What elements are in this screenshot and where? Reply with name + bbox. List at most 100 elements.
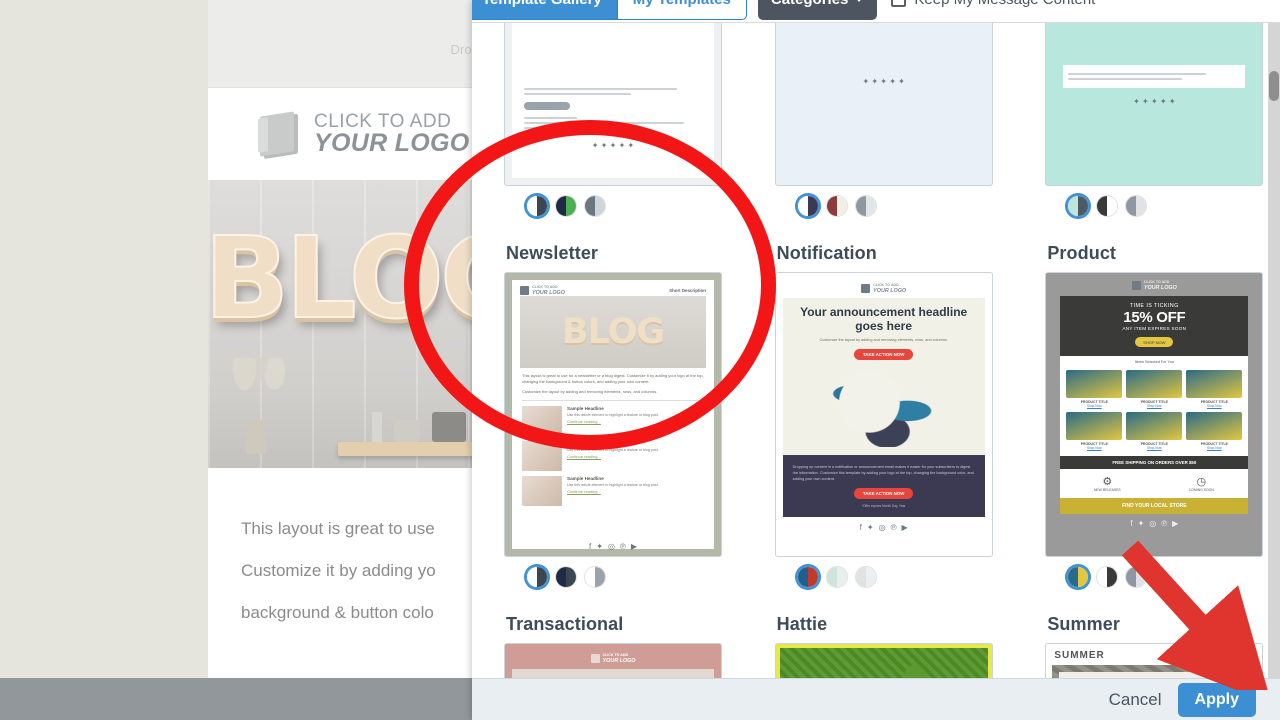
template-card-partial-1[interactable]: ✦ ✦ ✦ ✦ ✦ — [504, 23, 722, 243]
template-thumbnail[interactable]: SUMMER SALE THE GRASS IS ALWAYS GREENER — [774, 643, 993, 678]
swatch-0[interactable] — [526, 566, 548, 588]
instagram-icon: ◎ — [607, 542, 615, 551]
template-thumbnail[interactable]: ✦ ✦ ✦ ✦ ✦ — [1045, 23, 1264, 186]
template-card-summer[interactable]: Summer SUMMER Exciting Sample Headline B… — [1045, 614, 1264, 678]
template-card-transactional[interactable]: Transactional CLICK TO ADD YOUR LOGO — [504, 614, 722, 678]
tab-my-templates[interactable]: My Templates — [617, 0, 747, 20]
color-swatches[interactable] — [1067, 195, 1263, 217]
swatch-2[interactable] — [1125, 566, 1148, 588]
cancel-button[interactable]: Cancel — [1109, 690, 1162, 710]
product-link[interactable]: Shop Now — [1066, 446, 1122, 450]
swatch-2[interactable] — [584, 566, 606, 588]
thumb-logo-line2: YOUR LOGO — [532, 289, 565, 296]
swatch-2[interactable] — [1125, 195, 1148, 217]
notification-cta-2[interactable]: TAKE ACTION NOW — [853, 488, 914, 500]
template-thumbnail[interactable]: CLICK TO ADD YOUR LOGO Short Description… — [504, 272, 722, 557]
article-headline: Sample Headline — [567, 405, 604, 411]
keep-content-checkbox[interactable] — [891, 0, 907, 7]
swatch-0[interactable] — [796, 195, 819, 217]
keep-content-checkbox-group[interactable]: Keep My Message Content — [891, 0, 1095, 20]
color-swatches[interactable] — [796, 566, 993, 588]
template-title: Newsletter — [506, 243, 599, 263]
book-icon — [256, 112, 302, 156]
hero-text: BLOG — [208, 213, 480, 345]
template-card-newsletter[interactable]: Newsletter CLICK TO ADD YOUR LOGO Short … — [504, 243, 722, 614]
template-thumbnail[interactable]: CLICK TO ADD YOUR LOGO Tell us what you … — [504, 643, 722, 678]
editor-logo-text: CLICK TO ADD YOUR LOGO — [314, 111, 470, 157]
product-link[interactable]: Shop Now — [1126, 404, 1182, 408]
swatch-2[interactable] — [584, 195, 606, 217]
drop-zone-strip[interactable]: Dro — [208, 0, 480, 88]
product-link[interactable]: Shop Now — [1066, 404, 1122, 408]
color-swatches[interactable] — [526, 566, 722, 588]
template-card-product[interactable]: Product CLICK TO ADD YOUR LOGO TIME IS T… — [1045, 243, 1264, 614]
twitter-icon: ✦ — [866, 523, 874, 533]
color-swatches[interactable] — [526, 195, 722, 217]
article-image — [522, 405, 562, 436]
facebook-icon: f — [859, 523, 862, 533]
swatch-1[interactable] — [1096, 566, 1119, 588]
swatch-2[interactable] — [854, 195, 877, 217]
editor-body-copy[interactable]: This layout is great to use Customize it… — [208, 492, 480, 706]
article-link[interactable]: Continue reading... — [567, 489, 704, 494]
newsletter-paragraph-2: Customize the layout by adding and remov… — [522, 388, 658, 394]
youtube-icon: ▶ — [901, 523, 908, 533]
template-thumbnail[interactable]: ✦ ✦ ✦ ✦ ✦ — [504, 23, 722, 186]
product-cta[interactable]: FIND YOUR LOCAL STORE — [1060, 497, 1249, 514]
product-link[interactable]: Shop Now — [1186, 446, 1242, 450]
product-link[interactable]: Shop Now — [1186, 404, 1242, 408]
apply-button[interactable]: Apply — [1177, 682, 1256, 717]
hattie-hero: SUMMER SALE — [779, 648, 988, 678]
template-card-hattie[interactable]: Hattie SUMMER SALE THE GRASS IS ALWAYS G… — [774, 614, 993, 678]
swatch-0[interactable] — [1067, 195, 1090, 217]
product-features: ⚙ NEW RELEASES ◷ COMING SOON — [1060, 468, 1249, 498]
categories-dropdown[interactable]: Categories — [757, 0, 878, 20]
swatch-2[interactable] — [854, 566, 877, 588]
notification-dark-section: Dropping up content in a notification or… — [782, 455, 985, 518]
editor-logo-block[interactable]: CLICK TO ADD YOUR LOGO — [208, 89, 480, 179]
scrollbar-thumb[interactable] — [1269, 71, 1279, 101]
drop-hint-label: Dro — [450, 42, 472, 57]
social-icons: f ✦ ◎ ℗ ▶ — [783, 517, 985, 538]
product-promo: TIME IS TICKING 15% OFF ANY ITEM EXPIRES… — [1060, 295, 1249, 356]
swatch-1[interactable] — [555, 195, 577, 217]
template-thumbnail[interactable]: CLICK TO ADD YOUR LOGO TIME IS TICKING 1… — [1045, 272, 1264, 557]
editor-hero-image[interactable]: BLOG — [208, 180, 480, 468]
twitter-icon: ✦ — [596, 542, 603, 551]
swatch-1[interactable] — [825, 566, 848, 588]
product-link[interactable]: Shop Now — [1126, 446, 1182, 450]
twitter-icon: ✦ — [1137, 518, 1145, 528]
template-card-partial-2[interactable]: ✦ ✦ ✦ ✦ ✦ — [774, 23, 993, 243]
template-thumbnail[interactable]: ✦ ✦ ✦ ✦ ✦ — [774, 23, 993, 186]
template-card-notification[interactable]: Notification CLICK TO ADD YOUR LOGO Your… — [774, 243, 993, 614]
article-link[interactable]: Continue reading... — [567, 419, 704, 424]
article-link[interactable]: Continue reading... — [567, 454, 704, 459]
promo-sub: ANY ITEM EXPIRES SOON — [1122, 325, 1187, 331]
article-body: Use this article element to highlight a … — [567, 447, 659, 452]
article-image — [522, 475, 562, 506]
swatch-1[interactable] — [825, 195, 848, 217]
notification-cta-1[interactable]: TAKE ACTION NOW — [853, 349, 914, 361]
swatch-0[interactable] — [526, 195, 548, 217]
youtube-icon: ▶ — [1172, 518, 1179, 528]
thumb-logo-line2: YOUR LOGO — [873, 287, 907, 294]
scrollbar-track[interactable] — [1268, 23, 1280, 678]
swatch-0[interactable] — [1067, 566, 1090, 588]
template-grid-scroll-area[interactable]: ✦ ✦ ✦ ✦ ✦ ✦ ✦ ✦ ✦ ✦ ✦ ✦ ✦ ✦ ✦ Newsletter… — [472, 23, 1268, 678]
swatch-1[interactable] — [555, 566, 577, 588]
template-thumbnail[interactable]: SUMMER Exciting Sample Headline Bullet P… — [1045, 643, 1264, 678]
swatch-1[interactable] — [1096, 195, 1119, 217]
template-title: Notification — [776, 243, 877, 263]
promo-button[interactable]: SHOP NOW — [1135, 337, 1174, 348]
template-card-partial-3[interactable]: ✦ ✦ ✦ ✦ ✦ — [1045, 23, 1264, 243]
logo-line2: YOUR LOGO — [314, 128, 470, 157]
template-thumbnail[interactable]: CLICK TO ADD YOUR LOGO Your announcement… — [774, 272, 993, 557]
body-line-3 — [241, 634, 480, 676]
article-headline: Sample Headline — [567, 475, 604, 481]
swatch-0[interactable] — [796, 566, 819, 588]
modal-footer: Cancel Apply — [472, 678, 1280, 720]
color-swatches[interactable] — [1067, 566, 1263, 588]
pinterest-icon: ℗ — [619, 542, 626, 551]
color-swatches[interactable] — [796, 195, 993, 217]
tab-template-gallery[interactable]: Template Gallery — [472, 0, 618, 20]
